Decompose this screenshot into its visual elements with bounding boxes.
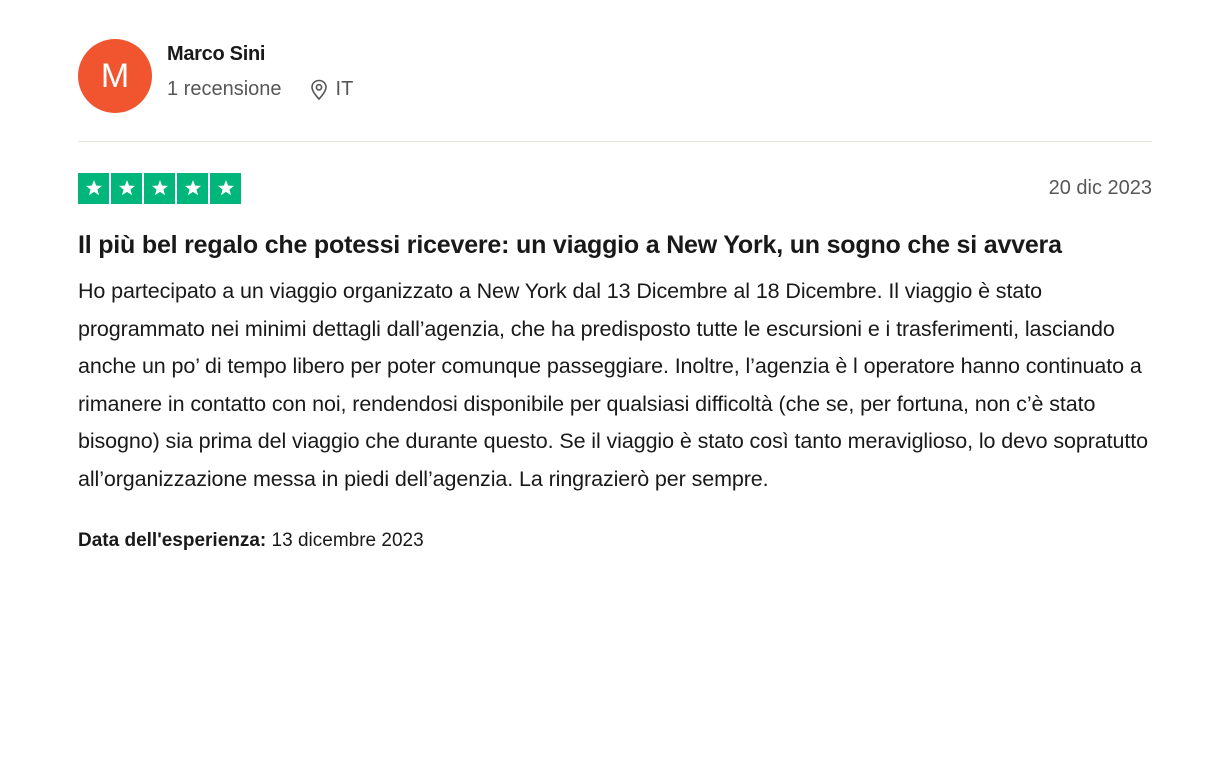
star-icon [85,180,102,196]
star-icon [118,180,135,196]
reviewer-location: IT [310,78,354,101]
reviewer-name[interactable]: Marco Sini [167,43,353,66]
reviewer-info: Marco Sini 1 recensione IT [167,43,353,101]
star-5 [210,172,241,204]
location-pin-icon [310,79,327,100]
reviewer-meta: 1 recensione IT [167,78,353,101]
star-3 [144,172,175,204]
experience-date: Data dell'esperienza: 13 dicembre 2023 [78,530,1152,552]
star-icon [151,180,168,196]
star-rating [78,172,241,204]
star-icon [184,180,201,196]
review-title[interactable]: Il più bel regalo che potessi ricevere: … [78,226,1152,264]
star-icon [217,180,234,196]
location-label: IT [335,78,354,100]
experience-value: 13 dicembre 2023 [271,529,424,551]
star-2 [111,172,142,204]
avatar[interactable]: M [78,39,152,113]
review-card: M Marco Sini 1 recensione IT 20 dic 2023… [78,38,1152,552]
star-4 [177,172,208,204]
review-body: Ho partecipato a un viaggio organizzato … [78,279,1149,491]
divider [78,141,1152,142]
star-1 [78,172,109,204]
rating-row: 20 dic 2023 [78,172,1152,204]
experience-label: Data dell'esperienza: [78,529,267,551]
reviews-count: 1 recensione [167,78,282,100]
review-date: 20 dic 2023 [1048,176,1152,199]
reviewer-header: M Marco Sini 1 recensione IT [78,38,1152,114]
